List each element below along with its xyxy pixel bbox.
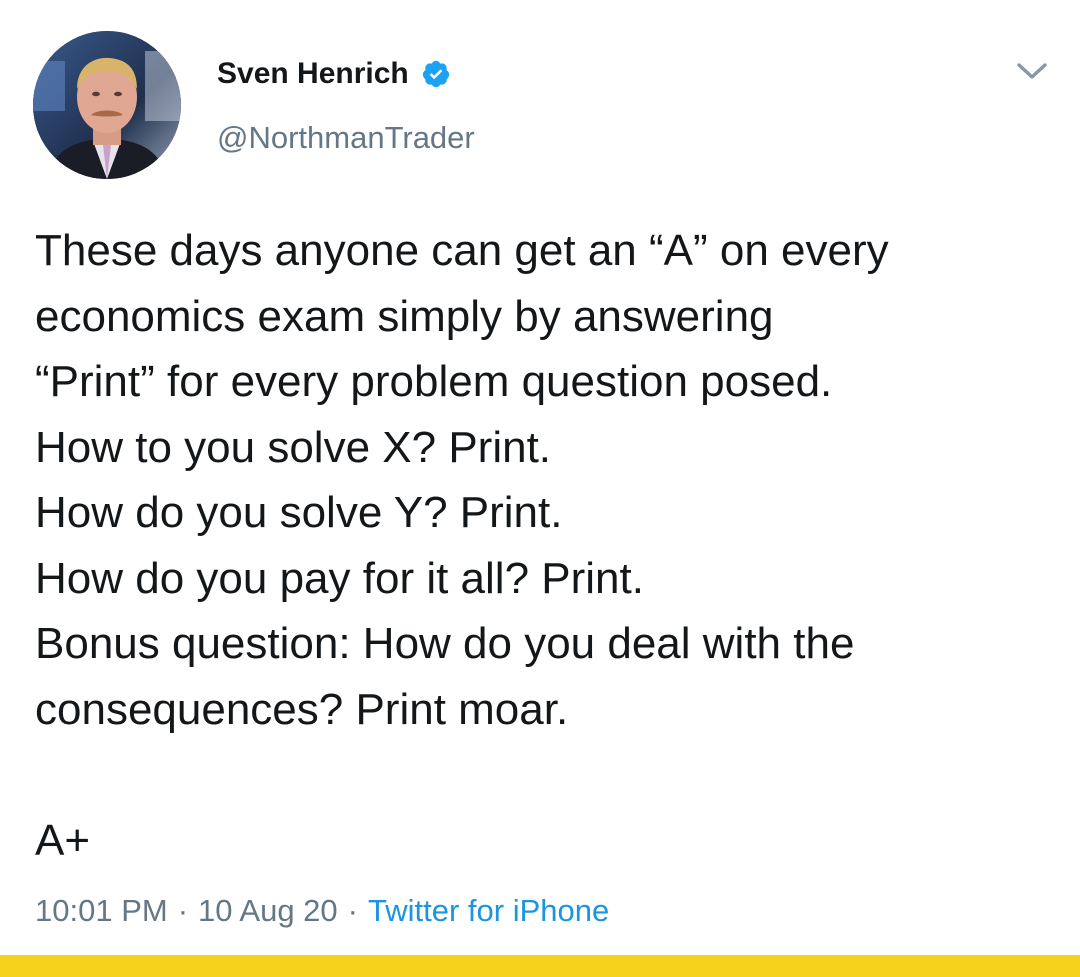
tweet-text-line: How do you pay for it all? Print. [35, 553, 644, 603]
tweet-text-line: consequences? Print moar. [35, 684, 569, 734]
meta-separator: · [347, 893, 358, 928]
display-name[interactable]: Sven Henrich [217, 57, 409, 91]
tweet-text-line: How do you solve Y? Print. [35, 488, 563, 537]
tweet-text-line: These days anyone can get an “A” on ever… [35, 226, 889, 275]
tweet-time[interactable]: 10:01 PM [35, 893, 168, 929]
tweet-page: Sven Henrich @NorthmanTrader These days … [0, 0, 1080, 977]
tweet-text-line: “Print” for every problem question posed… [35, 357, 833, 406]
tweet-date[interactable]: 10 Aug 20 [198, 893, 338, 929]
tweet-text-line: How to you solve X? Print. [35, 422, 552, 472]
user-handle[interactable]: @NorthmanTrader [217, 120, 475, 156]
tweet-text-line: A+ [35, 815, 91, 865]
tweet-text: These days anyone can get an “A” on ever… [35, 218, 1055, 873]
tweet-source-link[interactable]: Twitter for iPhone [368, 893, 609, 929]
tweet-meta: 10:01 PM · 10 Aug 20 · Twitter for iPhon… [35, 893, 609, 929]
tweet-header: Sven Henrich @NorthmanTrader [0, 0, 1080, 200]
chevron-down-icon[interactable] [1012, 58, 1052, 84]
avatar[interactable] [33, 31, 181, 179]
tweet-text-line: Bonus question: How do you deal with the [35, 619, 855, 668]
verified-badge-icon [421, 59, 451, 89]
avatar-image [33, 31, 181, 179]
tweet-text-line: economics exam simply by answering [35, 291, 774, 341]
bottom-accent-bar [0, 955, 1080, 977]
meta-separator: · [177, 893, 189, 928]
display-name-row: Sven Henrich [217, 54, 451, 94]
